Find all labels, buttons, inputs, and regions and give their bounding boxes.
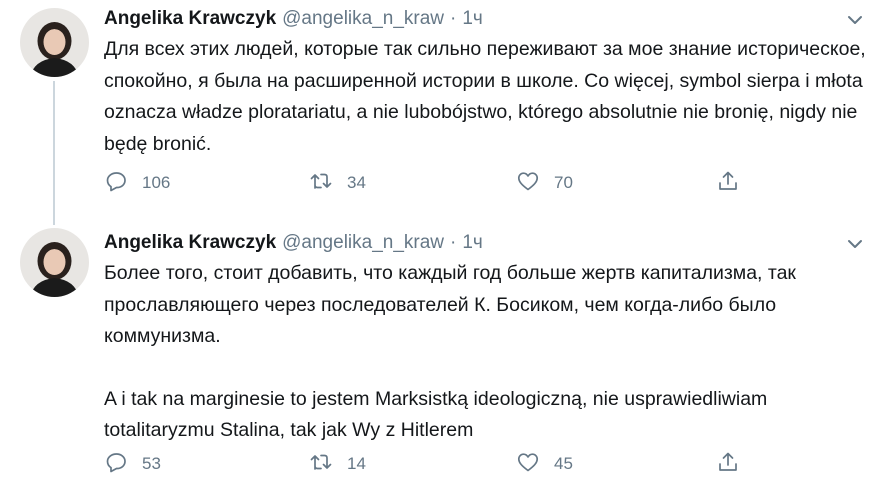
avatar[interactable] [20,8,89,77]
speech-bubble-icon [104,169,128,198]
separator-dot: · [450,8,457,29]
tweet[interactable]: Angelika Krawczyk @angelika_n_kraw · 1ч … [0,214,879,487]
tweet-timestamp[interactable]: 1ч [462,8,482,30]
like-count: 45 [554,454,573,473]
retweet-button[interactable]: 14 [309,451,366,477]
speech-bubble-icon [104,450,128,479]
tweet-header: Angelika Krawczyk @angelika_n_kraw · 1ч [104,232,483,258]
thread-connector-line [53,81,55,225]
retweet-button[interactable]: 34 [309,170,366,196]
retweet-arrows-icon [309,169,333,198]
like-button[interactable]: 45 [516,451,573,477]
share-button[interactable] [716,451,740,477]
tweet-paragraph: Более того, стоит добавить, что каждый г… [104,262,796,348]
tweet-actions: 53 14 45 [104,451,754,477]
reply-button[interactable]: 106 [104,170,170,196]
chevron-down-icon[interactable] [845,234,865,254]
like-button[interactable]: 70 [516,170,573,196]
retweet-count: 14 [347,454,366,473]
tweet-header: Angelika Krawczyk @angelika_n_kraw · 1ч [104,8,483,34]
tweet-paragraph: A i tak na marginesie to jestem Marksist… [104,387,768,442]
reply-button[interactable]: 53 [104,451,161,477]
tweet-text: Для всех этих людей, которые так сильно … [104,34,874,160]
author-name[interactable]: Angelika Krawczyk [104,8,276,30]
reply-count: 53 [142,454,161,473]
like-count: 70 [554,173,573,192]
author-handle[interactable]: @angelika_n_kraw [282,232,444,254]
reply-count: 106 [142,173,171,192]
tweet-text: Более того, стоит добавить, что каждый г… [104,258,874,447]
tweet-actions: 106 34 70 [104,170,754,196]
share-upload-icon [716,169,740,198]
retweet-count: 34 [347,173,366,192]
avatar[interactable] [20,228,89,297]
tweet[interactable]: Angelika Krawczyk @angelika_n_kraw · 1ч … [0,0,879,225]
share-upload-icon [716,450,740,479]
tweet-paragraph: Для всех этих людей, которые так сильно … [104,38,866,155]
heart-icon [516,450,540,479]
retweet-arrows-icon [309,450,333,479]
author-handle[interactable]: @angelika_n_kraw [282,8,444,30]
author-name[interactable]: Angelika Krawczyk [104,232,276,254]
share-button[interactable] [716,170,740,196]
tweet-timestamp[interactable]: 1ч [462,232,482,254]
chevron-down-icon[interactable] [845,10,865,30]
heart-icon [516,169,540,198]
separator-dot: · [450,232,457,253]
